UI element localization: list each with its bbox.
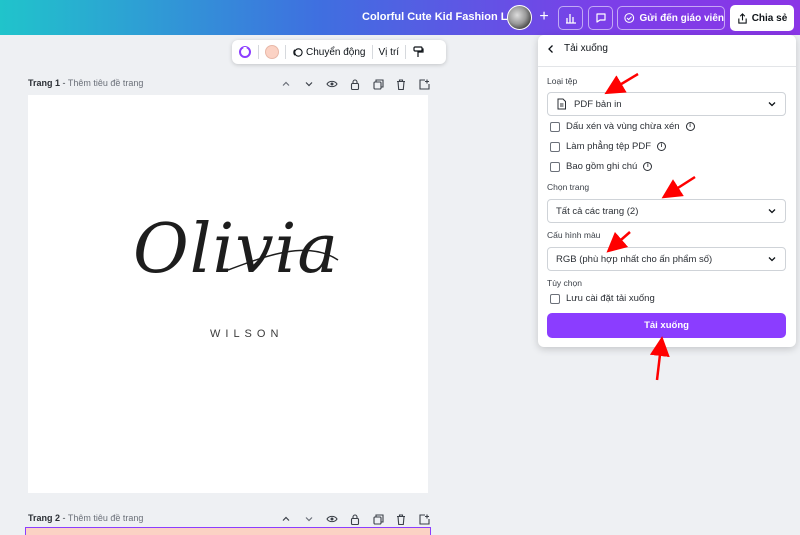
page-1-canvas[interactable]: Olivia WILSON: [28, 95, 428, 493]
file-type-value: PDF bản in: [574, 98, 622, 110]
download-panel-title: Tải xuống: [564, 43, 608, 54]
user-avatar[interactable]: [507, 5, 532, 30]
crop-marks-label: Dấu xén và vùng chừa xén: [566, 121, 680, 132]
info-icon[interactable]: i: [657, 142, 667, 151]
share-label: Chia sẻ: [751, 12, 788, 24]
page-1-title-input[interactable]: Thêm tiêu đề trang: [68, 78, 144, 88]
page-2-title-input[interactable]: Thêm tiêu đề trang: [68, 513, 144, 523]
bar-chart-icon: [565, 14, 576, 24]
logo-subtitle-text[interactable]: WILSON: [210, 328, 283, 340]
insights-button[interactable]: [558, 6, 583, 30]
save-settings-checkbox[interactable]: [550, 293, 560, 304]
chevron-down-icon[interactable]: [302, 77, 316, 91]
paint-roller-icon[interactable]: [412, 46, 424, 58]
page-2-header: Trang 2 - Thêm tiêu đề trang: [28, 513, 144, 523]
select-pages-dropdown[interactable]: Tất cả các trang (2): [547, 199, 786, 223]
chevron-up-icon[interactable]: [279, 512, 293, 526]
page-2-label: Trang 2: [28, 513, 61, 523]
add-collaborator-button[interactable]: +: [533, 6, 555, 28]
chevron-up-icon[interactable]: [279, 77, 293, 91]
logo-swash: [228, 249, 339, 271]
document-title[interactable]: Colorful Cute Kid Fashion Logo: [362, 11, 528, 23]
save-settings-label: Lưu cài đặt tải xuống: [566, 293, 655, 304]
crop-marks-option[interactable]: Dấu xén và vùng chừa xén i: [550, 121, 695, 132]
trash-icon[interactable]: [394, 77, 408, 91]
document-icon: [557, 98, 566, 110]
page-1-label: Trang 1: [28, 78, 61, 88]
toolbar-divider: [405, 45, 407, 59]
add-page-icon[interactable]: [417, 77, 431, 91]
flatten-pdf-label: Làm phẳng tệp PDF: [566, 141, 652, 152]
hide-eye-icon[interactable]: [325, 77, 339, 91]
flatten-pdf-checkbox[interactable]: [550, 141, 560, 152]
chevron-down-icon: [768, 209, 776, 214]
hide-eye-icon[interactable]: [325, 512, 339, 526]
trash-icon[interactable]: [394, 512, 408, 526]
flatten-pdf-option[interactable]: Làm phẳng tệp PDF i: [550, 141, 667, 152]
save-settings-option[interactable]: Lưu cài đặt tải xuống: [550, 293, 655, 304]
lock-icon[interactable]: [348, 512, 362, 526]
top-bar: Colorful Cute Kid Fashion Logo + Gửi đến…: [0, 0, 800, 35]
context-toolbar: Chuyển động Vị trí: [232, 40, 446, 64]
position-button[interactable]: Vị trí: [379, 47, 400, 58]
duplicate-icon[interactable]: [371, 512, 385, 526]
back-arrow-icon[interactable]: [546, 44, 556, 54]
download-panel-header: Tải xuống: [546, 43, 608, 54]
share-upload-icon: [737, 12, 747, 24]
color-swatch[interactable]: [265, 45, 279, 59]
share-button[interactable]: Chia sẻ: [730, 5, 794, 31]
include-notes-checkbox[interactable]: [550, 161, 560, 172]
magic-edit-icon[interactable]: [238, 45, 252, 59]
send-to-teacher-label: Gửi đến giáo viên: [639, 12, 724, 24]
add-page-icon[interactable]: [417, 512, 431, 526]
panel-divider: [538, 66, 796, 67]
info-icon[interactable]: i: [685, 122, 695, 131]
color-profile-value: RGB (phù hợp nhất cho ấn phẩm số): [556, 253, 713, 265]
select-pages-label: Chọn trang: [547, 182, 590, 192]
include-notes-label: Bao gồm ghi chú: [566, 161, 638, 172]
page-2-canvas[interactable]: [25, 527, 431, 535]
info-icon[interactable]: i: [643, 162, 653, 171]
animate-button[interactable]: Chuyển động: [292, 47, 366, 58]
duplicate-icon[interactable]: [371, 77, 385, 91]
check-circle-icon: [624, 13, 635, 23]
chevron-down-icon[interactable]: [302, 512, 316, 526]
color-profile-label: Cấu hình màu: [547, 230, 601, 240]
color-profile-dropdown[interactable]: RGB (phù hợp nhất cho ấn phẩm số): [547, 247, 786, 271]
toolbar-divider: [258, 45, 259, 59]
preferences-label: Tùy chọn: [547, 278, 582, 288]
comment-icon: [595, 13, 606, 23]
chevron-down-icon: [768, 257, 776, 262]
select-pages-value: Tất cả các trang (2): [556, 205, 639, 217]
lock-icon[interactable]: [348, 77, 362, 91]
crop-marks-checkbox[interactable]: [550, 121, 560, 132]
send-to-teacher-button[interactable]: Gửi đến giáo viên: [617, 6, 725, 30]
page-1-header: Trang 1 - Thêm tiêu đề trang: [28, 78, 144, 88]
file-type-select[interactable]: PDF bản in: [547, 92, 786, 116]
arrow-download: [649, 336, 670, 381]
comments-button[interactable]: [588, 6, 613, 30]
toolbar-divider: [371, 45, 373, 59]
animate-label: Chuyển động: [306, 46, 366, 58]
include-notes-option[interactable]: Bao gồm ghi chú i: [550, 161, 653, 172]
page-1-actions: [279, 77, 431, 91]
download-button[interactable]: Tải xuống: [547, 313, 786, 338]
page-2-actions: [279, 512, 431, 526]
download-panel: Tải xuống Loại tệp PDF bản in Dấu xén và…: [538, 35, 796, 347]
animate-icon: [293, 47, 303, 57]
toolbar-divider: [285, 45, 286, 59]
chevron-down-icon: [768, 102, 776, 107]
file-type-label: Loại tệp: [547, 76, 578, 86]
